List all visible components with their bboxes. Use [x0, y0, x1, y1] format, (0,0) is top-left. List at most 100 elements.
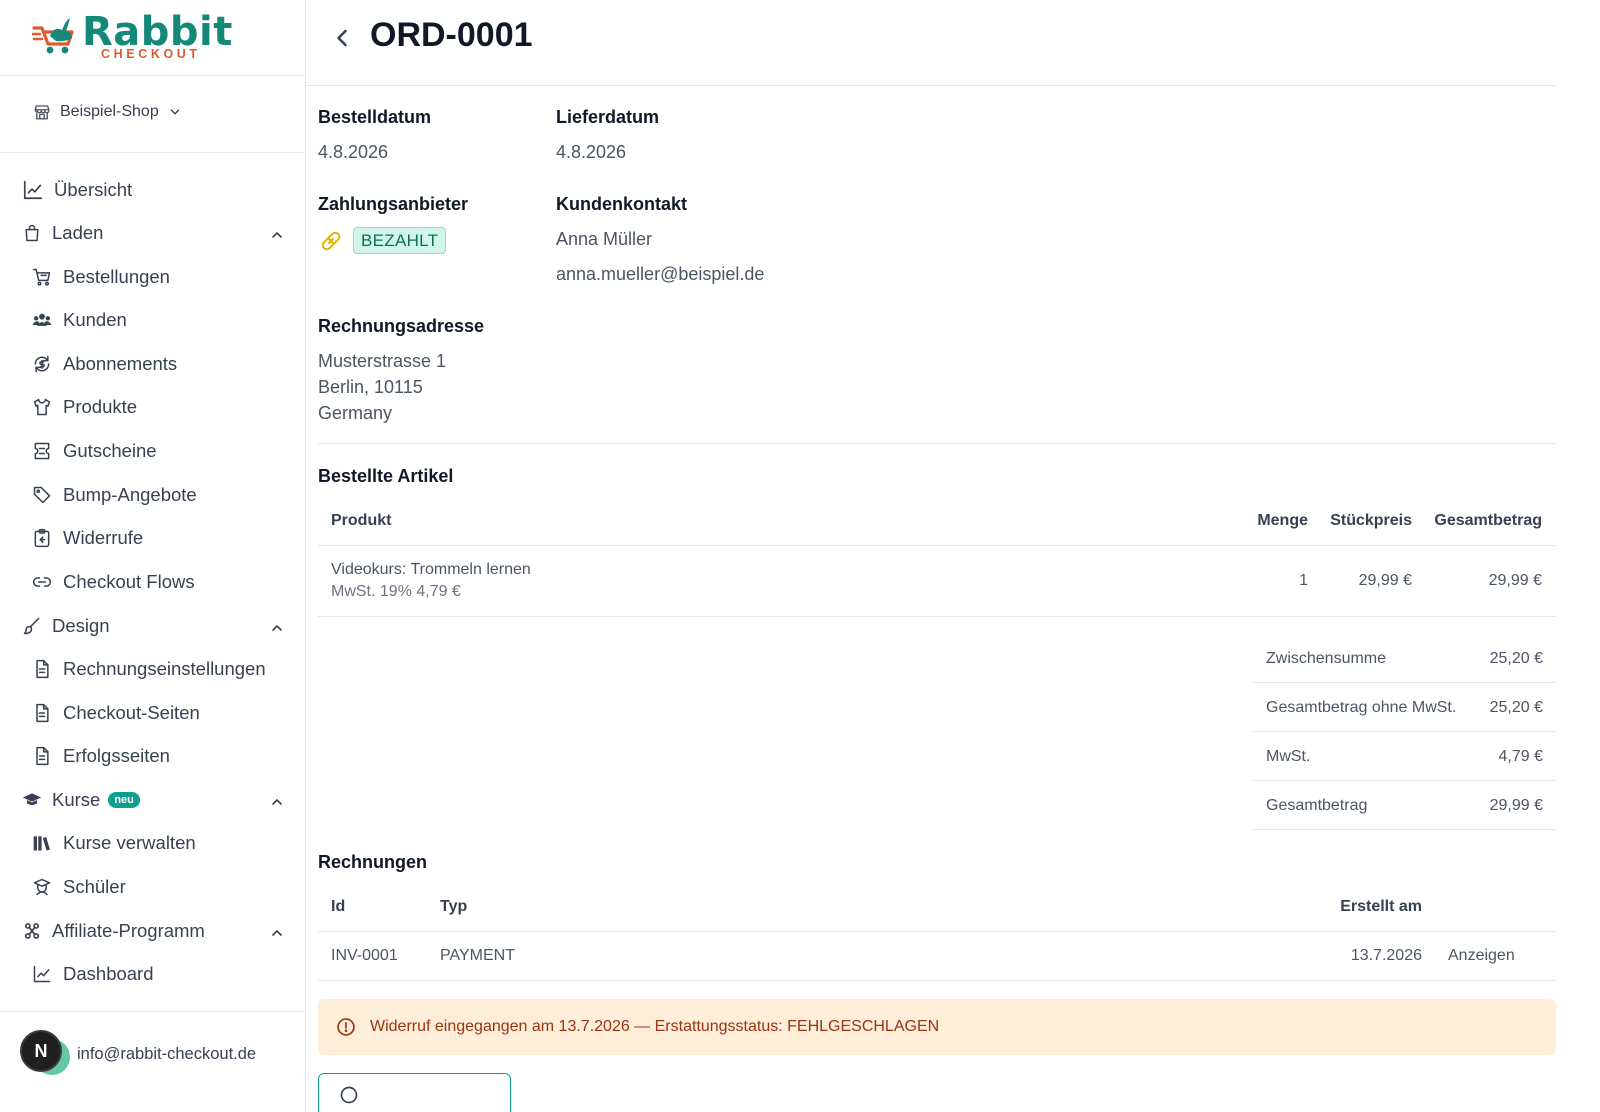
section-divider — [318, 443, 1556, 444]
nav-item-kurse-verwalten[interactable]: Kurse verwalten — [32, 828, 196, 858]
summary-label: MwSt. — [1266, 748, 1311, 765]
refund-alert: Widerruf eingegangen am 13.7.2026 — Erst… — [318, 999, 1556, 1055]
delivery-date-value: 4.8.2026 — [556, 142, 627, 162]
invoice-id: INV-0001 — [331, 947, 398, 964]
order-date-label: Bestelldatum — [318, 107, 432, 127]
nav-item-label: Schüler — [63, 876, 126, 897]
nav-item-bestellungen[interactable]: Bestellungen — [32, 262, 170, 292]
column-header-total: Gesamtbetrag — [1434, 512, 1542, 529]
order-date-value: 4.8.2026 — [318, 142, 389, 162]
nav-section-affiliate[interactable]: Affiliate-Programm — [22, 916, 285, 946]
brand-sub: CHECKOUT — [101, 47, 201, 61]
customer-name: Anna Müller — [556, 229, 653, 249]
user-footer[interactable]: N info@rabbit-checkout.de — [0, 1011, 305, 1112]
nav-item-checkout-flows[interactable]: Checkout Flows — [32, 567, 195, 597]
column-header-unit-price: Stückpreis — [1330, 512, 1412, 529]
chevron-up-icon — [272, 232, 282, 238]
invoices-title: Rechnungen — [318, 852, 428, 872]
shop-switcher[interactable]: Beispiel-Shop — [33, 103, 182, 121]
billing-address-line: Berlin, 10115 — [318, 377, 423, 397]
summary-label: Zwischensumme — [1266, 650, 1387, 667]
nav-section-kurse[interactable]: Kurse neu — [22, 785, 285, 815]
product-total: 29,99 € — [1488, 572, 1542, 589]
product-tax: MwSt. 19% 4,79 € — [331, 583, 461, 600]
graduation-cap-icon — [22, 793, 42, 805]
invoice-created: 13.7.2026 — [1350, 947, 1422, 964]
product-name: Videokurs: Trommeln lernen — [331, 561, 531, 578]
ordered-items-title: Bestellte Artikel — [318, 466, 454, 486]
table-row-divider — [318, 616, 1556, 617]
shop-name: Beispiel-Shop — [60, 103, 159, 120]
student-icon — [33, 878, 51, 896]
nav-section-design[interactable]: Design — [22, 611, 285, 641]
user-email: info@rabbit-checkout.de — [77, 1045, 257, 1063]
nav-item-schueler[interactable]: Schüler — [32, 872, 126, 902]
column-header-created: Erstellt am — [1340, 898, 1422, 915]
table-header-divider — [318, 545, 1556, 546]
nav-item-label: Bump-Angebote — [63, 484, 197, 505]
chevron-up-icon — [272, 799, 282, 805]
summary-row-subtotal: Zwischensumme 25,20 € — [1253, 634, 1556, 683]
product-qty: 1 — [1299, 572, 1308, 589]
chevron-left-icon[interactable] — [328, 24, 356, 52]
nav-overview[interactable]: Übersicht — [22, 175, 132, 205]
summary-value: 25,20 € — [1489, 650, 1543, 667]
shirt-icon — [33, 398, 51, 416]
link-icon — [32, 577, 52, 587]
partially-visible-button[interactable] — [318, 1073, 511, 1112]
nav-item-gutscheine[interactable]: Gutscheine — [32, 436, 157, 466]
product-unit-price: 29,99 € — [1358, 572, 1412, 589]
view-invoice-link[interactable]: Anzeigen — [1448, 947, 1515, 965]
customer-email[interactable]: anna.mueller@beispiel.de — [556, 264, 764, 285]
avatar[interactable]: N — [20, 1030, 62, 1072]
nav-item-label: Produkte — [63, 396, 138, 417]
nav-section-kurse-label: Kurse — [52, 789, 101, 810]
table-row-divider — [318, 980, 1556, 981]
billing-address-label: Rechnungsadresse — [318, 316, 485, 336]
summary-label: Gesamtbetrag ohne MwSt. — [1266, 699, 1457, 716]
logo[interactable]: Rabbit CHECKOUT — [0, 0, 305, 76]
nav-item-bump-angebote[interactable]: Bump-Angebote — [32, 480, 197, 510]
rabbit-cart-logo-icon — [32, 18, 74, 54]
table-header-divider — [318, 931, 1556, 932]
bandage-icon — [321, 231, 341, 251]
nav-item-erfolgsseiten[interactable]: Erfolgsseiten — [32, 741, 170, 771]
nav-item-dashboard[interactable]: Dashboard — [32, 959, 154, 989]
chevron-down-icon — [170, 109, 179, 115]
file-text-icon — [36, 703, 49, 723]
nav-item-label: Rechnungseinstellungen — [63, 658, 266, 679]
billing-address-line: Germany — [318, 403, 393, 423]
nav-overview-label: Übersicht — [54, 179, 133, 200]
nav-item-checkout-seiten[interactable]: Checkout-Seiten — [32, 698, 200, 728]
nav-item-rechnungseinstellungen[interactable]: Rechnungseinstellungen — [32, 654, 266, 684]
nav-item-label: Kurse verwalten — [63, 832, 196, 853]
nav-item-label: Kunden — [63, 309, 127, 330]
order-detail: ORD-0001 Bestelldatum 4.8.2026 Lieferdat… — [306, 0, 1600, 1112]
nav-item-kunden[interactable]: Kunden — [32, 305, 127, 335]
file-text-icon — [36, 659, 49, 679]
summary-row-net: Gesamtbetrag ohne MwSt. 25,20 € — [1253, 683, 1556, 732]
chevron-up-icon — [272, 930, 282, 936]
nav-item-widerrufe[interactable]: Widerrufe — [32, 523, 143, 553]
nav-item-abonnements[interactable]: Abonnements — [32, 349, 177, 379]
column-header-qty: Menge — [1257, 512, 1308, 529]
clipboard-return-icon — [34, 528, 50, 548]
tag-icon — [33, 486, 51, 504]
line-chart-icon — [33, 965, 51, 983]
nav-item-produkte[interactable]: Produkte — [32, 392, 137, 422]
nav-item-label: Checkout-Seiten — [63, 702, 200, 723]
nav-item-label: Widerrufe — [63, 527, 144, 548]
nav-item-label: Dashboard — [63, 963, 154, 984]
shop-switcher-area: Beispiel-Shop — [0, 76, 305, 153]
chevron-up-icon — [272, 625, 282, 631]
cart-icon — [32, 268, 51, 286]
billing-address-line: Musterstrasse 1 — [318, 351, 447, 371]
page-header: ORD-0001 — [306, 0, 1556, 86]
nav-section-laden-label: Laden — [52, 222, 104, 243]
nav-item-label: Gutscheine — [63, 440, 157, 461]
network-icon — [24, 923, 40, 939]
books-icon — [33, 836, 50, 851]
payment-provider-label: Zahlungsanbieter — [318, 194, 469, 214]
nav-section-laden[interactable]: Laden — [22, 218, 285, 248]
summary-row-tax: MwSt. 4,79 € — [1253, 732, 1556, 781]
